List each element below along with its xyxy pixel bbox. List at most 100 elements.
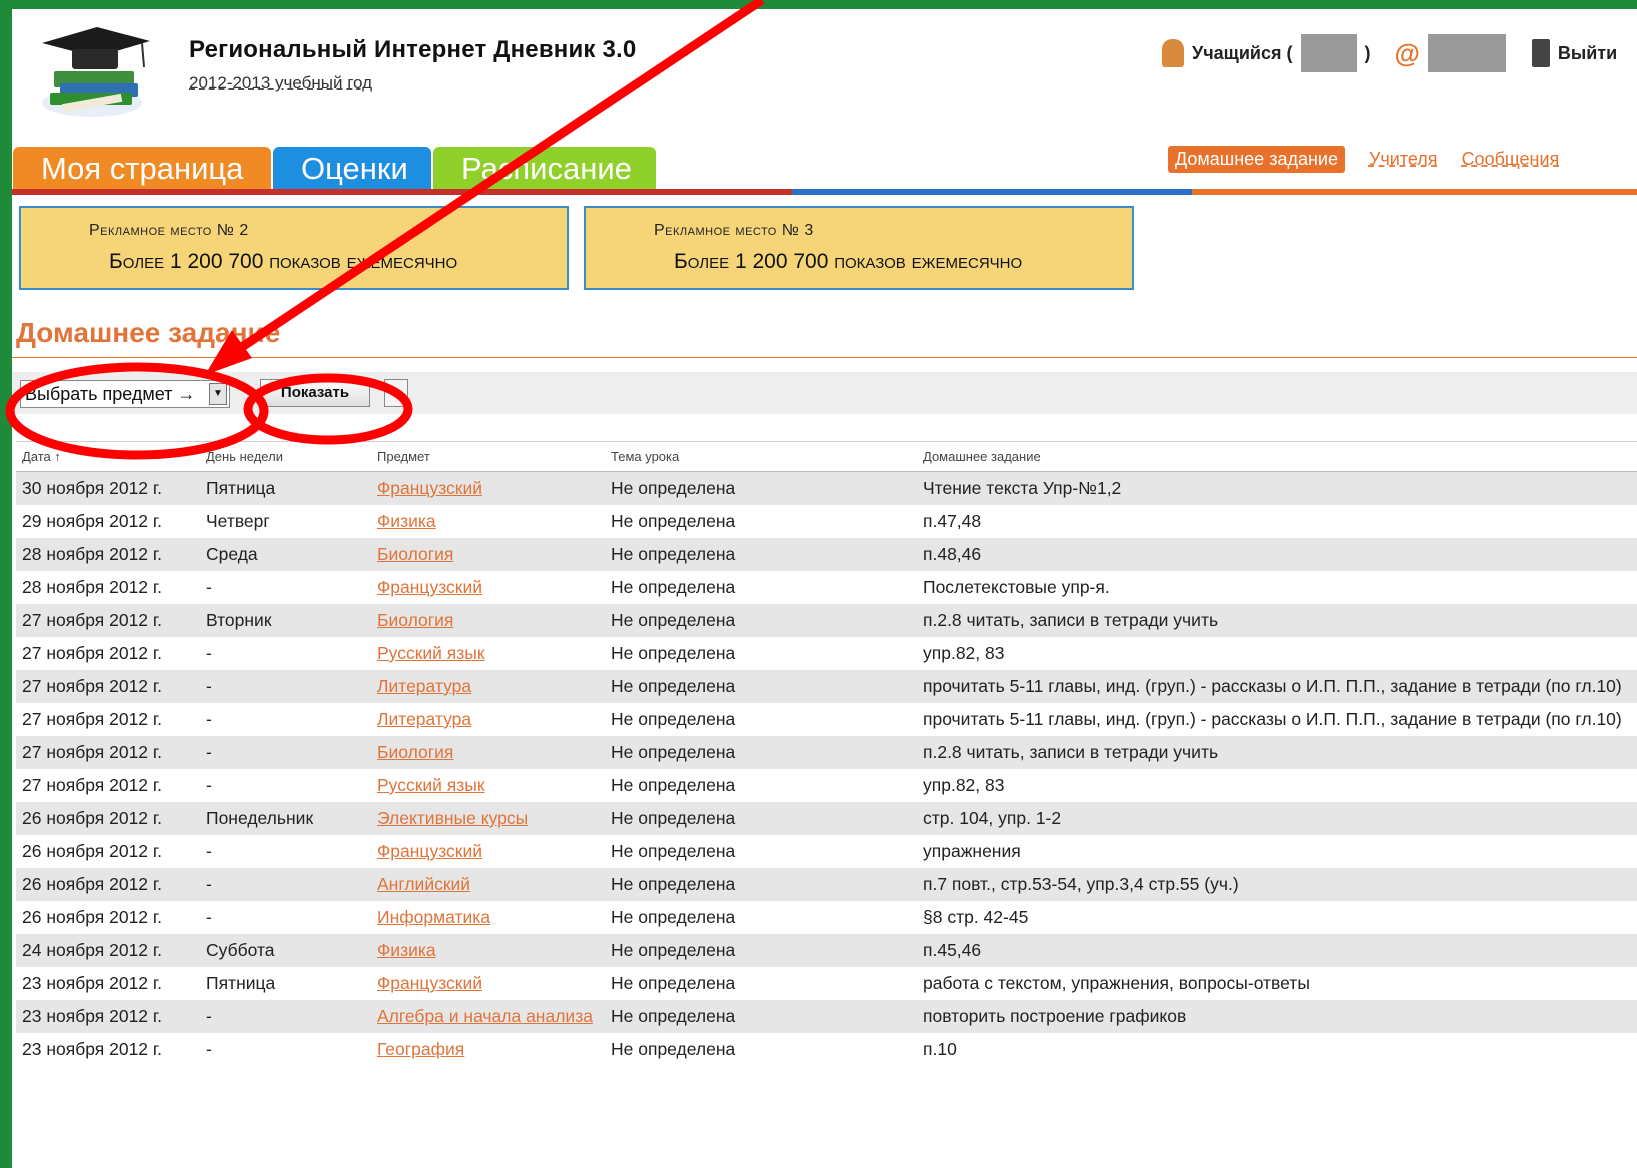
cell-weekday: - xyxy=(200,1033,371,1066)
cell-topic-text: Не определена xyxy=(611,841,736,861)
ad-banner-3[interactable]: Рекламное место № 3 Более 1 200 700 пока… xyxy=(584,206,1134,290)
cell-subject: География xyxy=(371,1033,605,1066)
header-homework[interactable]: Домашнее задание xyxy=(917,441,1637,472)
nav-homework[interactable]: Домашнее задание xyxy=(1168,146,1345,173)
table-row: 23 ноября 2012 г. - Алгебра и начала анали… xyxy=(16,1000,1637,1033)
extra-button[interactable] xyxy=(384,379,408,407)
table-row: 23 ноября 2012 г. Пятница Французский Не оп… xyxy=(16,967,1637,1000)
school-year-link[interactable]: 2012-2013 учебный год xyxy=(189,73,372,93)
cell-weekday-text: Среда xyxy=(206,544,258,564)
table-row: 29 ноября 2012 г. Четверг Физика Не определ… xyxy=(16,505,1637,538)
tab-underline xyxy=(792,189,1192,195)
cell-date-text: 29 ноября 2012 г. xyxy=(22,511,162,531)
table-row: 26 ноября 2012 г. - Французский Не определе… xyxy=(16,835,1637,868)
show-button[interactable]: Показать xyxy=(260,379,370,407)
table-row: 26 ноября 2012 г. - Информатика Не определе… xyxy=(16,901,1637,934)
cell-homework-text: повторить построение графиков xyxy=(923,1006,1187,1026)
cell-date: 24 ноября 2012 г. xyxy=(16,934,200,967)
subject-link[interactable]: Физика xyxy=(377,511,436,531)
header-topic[interactable]: Тема урока xyxy=(605,441,917,472)
cell-date: 29 ноября 2012 г. xyxy=(16,505,200,538)
cell-weekday: - xyxy=(200,769,371,802)
cell-date-text: 26 ноября 2012 г. xyxy=(22,874,162,894)
cell-weekday-text: Понедельник xyxy=(206,808,314,828)
cell-homework-text: §8 стр. 42-45 xyxy=(923,907,1029,927)
tab-schedule[interactable]: Расписание xyxy=(433,147,656,189)
subject-link[interactable]: Биология xyxy=(377,544,453,564)
nav-messages[interactable]: Сообщения xyxy=(1462,149,1560,170)
cell-homework: повторить построение графиков xyxy=(917,1000,1637,1033)
cell-homework: п.7 повт., стр.53-54, упр.3,4 стр.55 (уч… xyxy=(917,868,1637,901)
cell-date-text: 27 ноября 2012 г. xyxy=(22,709,162,729)
cell-homework: п.2.8 читать, записи в тетради учить xyxy=(917,604,1637,637)
subject-link[interactable]: География xyxy=(377,1039,464,1059)
subject-link[interactable]: Русский язык xyxy=(377,775,485,795)
cell-topic-text: Не определена xyxy=(611,577,736,597)
logout-link[interactable]: Выйти xyxy=(1558,43,1617,64)
cell-homework: п.10 xyxy=(917,1033,1637,1066)
cell-date: 27 ноября 2012 г. xyxy=(16,769,200,802)
cell-weekday: - xyxy=(200,901,371,934)
cell-homework: п.2.8 читать, записи в тетради учить xyxy=(917,736,1637,769)
subject-link[interactable]: Элективные курсы xyxy=(377,808,528,828)
cell-subject: Биология xyxy=(371,604,605,637)
ad-banner-2[interactable]: Рекламное место № 2 Более 1 200 700 пока… xyxy=(19,206,569,290)
cell-homework-text: п.2.8 читать, записи в тетради учить xyxy=(923,742,1219,762)
cell-topic: Не определена xyxy=(605,934,917,967)
chevron-down-icon[interactable]: ▼ xyxy=(209,383,227,405)
cell-date: 26 ноября 2012 г. xyxy=(16,868,200,901)
cell-weekday: - xyxy=(200,703,371,736)
cell-topic: Не определена xyxy=(605,736,917,769)
mail-at-icon[interactable]: @ xyxy=(1395,38,1420,69)
subject-link[interactable]: Русский язык xyxy=(377,643,485,663)
cell-weekday-text: - xyxy=(206,742,212,762)
subject-link[interactable]: Биология xyxy=(377,742,453,762)
cell-homework-text: п.2.8 читать, записи в тетради учить xyxy=(923,610,1219,630)
subject-link[interactable]: Физика xyxy=(377,940,436,960)
logout-icon[interactable] xyxy=(1531,39,1550,67)
table-row: 26 ноября 2012 г. - Английский Не определен… xyxy=(16,868,1637,901)
cell-date-text: 27 ноября 2012 г. xyxy=(22,643,162,663)
header-weekday[interactable]: День недели xyxy=(200,441,371,472)
cell-subject: Литература xyxy=(371,670,605,703)
subject-link[interactable]: Английский xyxy=(377,874,470,894)
cell-homework-text: п.45,46 xyxy=(923,940,982,960)
tab-underline xyxy=(12,189,792,195)
cell-topic-text: Не определена xyxy=(611,544,736,564)
cell-topic: Не определена xyxy=(605,505,917,538)
cell-homework: §8 стр. 42-45 xyxy=(917,901,1637,934)
user-label[interactable]: Учащийся ( xyxy=(1192,43,1293,64)
cell-date: 23 ноября 2012 г. xyxy=(16,967,200,1000)
cell-topic-text: Не определена xyxy=(611,511,736,531)
cell-topic-text: Не определена xyxy=(611,643,736,663)
table-row: 23 ноября 2012 г. - География Не определена… xyxy=(16,1033,1637,1066)
table-row: 27 ноября 2012 г. - Биология Не определена п… xyxy=(16,736,1637,769)
subject-link[interactable]: Французский xyxy=(377,478,482,498)
cell-homework: п.45,46 xyxy=(917,934,1637,967)
header-date[interactable]: Дата ↑ xyxy=(16,441,200,472)
table-row: 27 ноября 2012 г. - Русский язык Не определ… xyxy=(16,769,1637,802)
subject-select[interactable]: Выбрать предмет → ▼ xyxy=(20,380,230,408)
subject-link[interactable]: Литература xyxy=(377,709,471,729)
subject-link[interactable]: Литература xyxy=(377,676,471,696)
subject-link[interactable]: Алгебра и начала анализа xyxy=(377,1006,593,1026)
header-subject[interactable]: Предмет xyxy=(371,441,605,472)
cell-weekday-text: Четверг xyxy=(206,511,270,531)
cell-weekday-text: - xyxy=(206,643,212,663)
tab-grades[interactable]: Оценки xyxy=(273,147,431,189)
subject-link[interactable]: Информатика xyxy=(377,907,490,927)
cell-homework-text: упражнения xyxy=(923,841,1021,861)
nav-teachers[interactable]: Учителя xyxy=(1369,149,1438,170)
cell-homework-text: Чтение текста Упр-№1,2 xyxy=(923,478,1122,498)
cell-weekday: Вторник xyxy=(200,604,371,637)
subject-link[interactable]: Французский xyxy=(377,973,482,993)
subject-link[interactable]: Французский xyxy=(377,841,482,861)
cell-weekday: - xyxy=(200,571,371,604)
cell-date-text: 26 ноября 2012 г. xyxy=(22,841,162,861)
tab-my-page[interactable]: Моя страница xyxy=(13,147,271,189)
cell-weekday: Суббота xyxy=(200,934,371,967)
user-label-close: ) xyxy=(1364,42,1371,63)
user-box: Учащийся ( ) @ Выйти xyxy=(1162,31,1617,75)
subject-link[interactable]: Биология xyxy=(377,610,453,630)
subject-link[interactable]: Французский xyxy=(377,577,482,597)
